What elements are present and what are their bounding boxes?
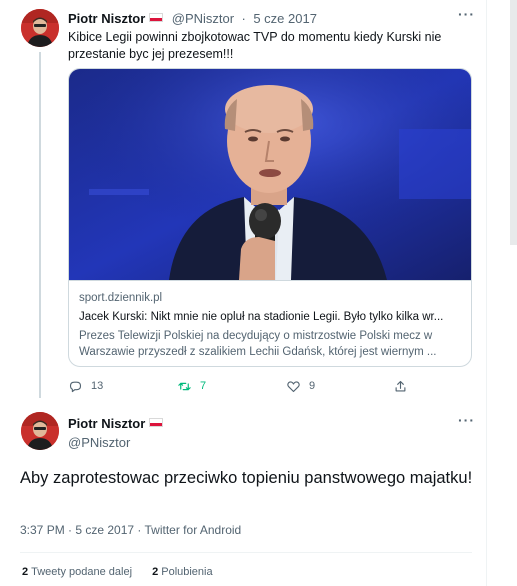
card-title: Jacek Kurski: Nikt mnie nie opluł na sta… [79, 311, 444, 323]
author-handle[interactable]: @PNisztor [68, 435, 163, 450]
retweet-button[interactable]: 7 [177, 376, 206, 396]
retweets-label: Tweety podane dalej [31, 566, 133, 578]
tweet-meta[interactable]: 3:37 PM · 5 cze 2017 · Twitter for Andro… [20, 523, 241, 537]
more-icon[interactable]: ··· [458, 6, 475, 22]
retweet-icon [178, 382, 191, 390]
avatar[interactable] [21, 412, 59, 450]
avatar[interactable] [21, 9, 59, 47]
author-name[interactable]: Piotr Nisztor [68, 416, 145, 431]
card-description: Prezes Telewizji Polskiej na decydujący … [79, 330, 437, 358]
tweet-actions: 13 7 9 [68, 376, 408, 396]
card-image [69, 69, 471, 280]
reply-icon [69, 381, 82, 392]
card-body: sport.dziennik.pl Jacek Kurski: Nikt mni… [69, 280, 471, 366]
likes-stat[interactable]: 2 Polubienia [152, 566, 213, 578]
reply-count: 13 [91, 380, 104, 392]
heart-icon [287, 380, 300, 392]
card-domain: sport.dziennik.pl [79, 292, 163, 304]
retweets-stat[interactable]: 2 Tweety podane dalej [22, 566, 132, 578]
like-button[interactable]: 9 [286, 376, 315, 396]
more-icon[interactable]: ··· [458, 412, 475, 428]
tweet-text: Aby zaprotestowac przeciwko topieniu pan… [20, 469, 473, 487]
tweet-date[interactable]: 5 cze 2017 [253, 11, 317, 26]
tweet-header: Piotr Nisztor @PNisztor [68, 415, 164, 450]
scrollbar[interactable] [510, 0, 517, 245]
poland-flag-icon [149, 13, 164, 23]
tweet-stats: 2 Tweety podane dalej 2 Polubienia [22, 566, 230, 578]
likes-count: 2 [152, 566, 159, 578]
tweet-thread: Piotr Nisztor @PNisztor · 5 cze 2017 ···… [0, 0, 487, 586]
author-handle[interactable]: @PNisztor [172, 11, 234, 26]
reply-button[interactable]: 13 [68, 376, 103, 396]
like-count: 9 [309, 380, 316, 392]
separator: · [241, 11, 246, 26]
thread-connector [39, 52, 41, 398]
tweet-header: Piotr Nisztor @PNisztor · 5 cze 2017 [68, 10, 317, 28]
author-name[interactable]: Piotr Nisztor [68, 11, 145, 26]
tweet-text: Kibice Legii powinni zbojkotowac TVP do … [68, 30, 442, 61]
retweet-count: 7 [200, 380, 207, 392]
divider [20, 552, 472, 553]
poland-flag-icon [149, 418, 164, 428]
retweets-count: 2 [22, 566, 29, 578]
link-card[interactable]: sport.dziennik.pl Jacek Kurski: Nikt mni… [68, 68, 472, 367]
likes-label: Polubienia [161, 566, 213, 578]
share-icon [395, 380, 406, 391]
share-button[interactable] [393, 376, 416, 396]
